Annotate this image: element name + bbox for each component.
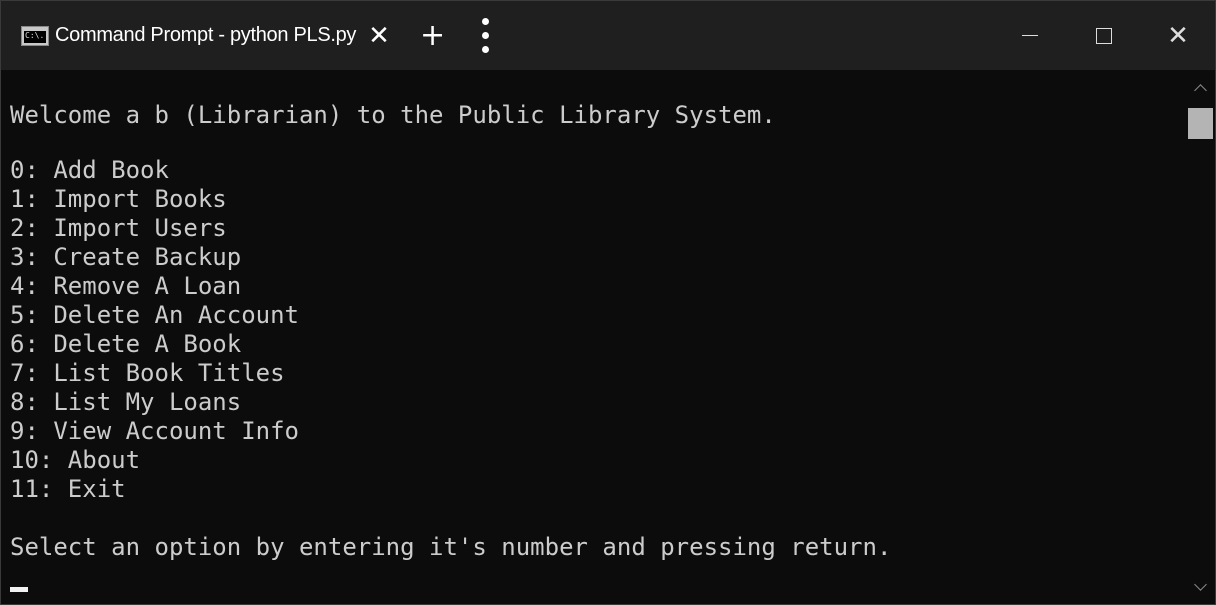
- chevron-up-icon: [1193, 83, 1207, 97]
- menu-option: 2: Import Users: [10, 214, 227, 242]
- menu-option: 0: Add Book: [10, 156, 169, 184]
- menu-option: 5: Delete An Account: [10, 301, 299, 329]
- tab-title: Command Prompt - python PLS.py: [55, 24, 357, 46]
- menu-option: 1: Import Books: [10, 185, 227, 213]
- vertical-scrollbar[interactable]: [1185, 70, 1215, 604]
- menu-option: 4: Remove A Loan: [10, 272, 242, 300]
- command-prompt-icon: [21, 25, 49, 46]
- close-tab-icon[interactable]: ✕: [368, 21, 390, 51]
- scroll-down-button[interactable]: [1185, 574, 1215, 598]
- close-window-button[interactable]: ✕: [1141, 1, 1215, 70]
- menu-option: 6: Delete A Book: [10, 330, 242, 358]
- tab-dropdown-menu-icon[interactable]: [481, 17, 490, 54]
- terminal-window: Command Prompt - python PLS.py ✕ + ✕ Wel…: [0, 0, 1216, 605]
- close-icon: ✕: [1167, 20, 1189, 51]
- title-bar[interactable]: Command Prompt - python PLS.py ✕ + ✕: [1, 1, 1215, 70]
- text-cursor: [10, 587, 28, 592]
- scroll-thumb[interactable]: [1188, 108, 1213, 139]
- maximize-button[interactable]: [1067, 1, 1141, 70]
- menu-option: 9: View Account Info: [10, 417, 299, 445]
- maximize-icon: [1096, 27, 1112, 44]
- minimize-icon: [1022, 35, 1038, 36]
- menu-option: 10: About: [10, 446, 141, 474]
- menu-option: 3: Create Backup: [10, 243, 242, 271]
- menu-option: 8: List My Loans: [10, 388, 242, 416]
- scroll-up-button[interactable]: [1185, 76, 1215, 100]
- welcome-message: Welcome a b (Librarian) to the Public Li…: [10, 101, 776, 129]
- selection-prompt: Select an option by entering it's number…: [10, 533, 892, 561]
- window-controls: ✕: [993, 1, 1215, 70]
- chevron-down-icon: [1193, 577, 1207, 591]
- terminal-output[interactable]: Welcome a b (Librarian) to the Public Li…: [1, 70, 1185, 604]
- minimize-button[interactable]: [993, 1, 1067, 70]
- active-tab[interactable]: Command Prompt - python PLS.py ✕: [1, 1, 390, 70]
- new-tab-button[interactable]: +: [420, 18, 445, 53]
- menu-option: 7: List Book Titles: [10, 359, 285, 387]
- menu-option: 11: Exit: [10, 475, 126, 503]
